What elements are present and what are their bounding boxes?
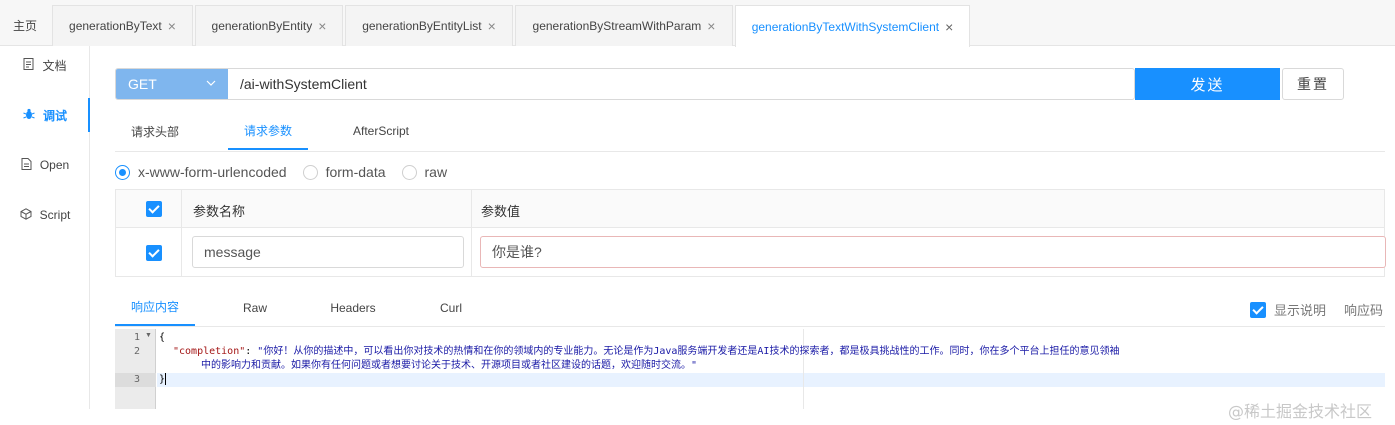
tab-request-params[interactable]: 请求参数 (228, 112, 308, 150)
json-separator: : (245, 346, 258, 357)
tab-label: generationByEntityList (362, 19, 482, 33)
line-number: 2 (133, 346, 140, 357)
url-input[interactable] (228, 69, 1134, 99)
close-icon[interactable]: × (318, 19, 326, 33)
json-brace: { (159, 332, 166, 343)
line-number: 3 (115, 373, 156, 387)
show-description-label: 显示说明 (1274, 303, 1327, 318)
radio-x-www-form-urlencoded[interactable]: x-www-form-urlencoded (115, 164, 287, 180)
code-line-1: { (159, 331, 165, 345)
radio-dot (115, 164, 130, 180)
column-divider (181, 190, 182, 276)
reset-button[interactable]: 重置 (1282, 68, 1344, 100)
json-key: "completion" (173, 346, 246, 357)
code-line-2: "completion": "你好！从你的描述中，可以看出你对技术的热情和在你的… (173, 345, 1119, 359)
response-code-label: 响应码 (1344, 303, 1384, 318)
tab-generation-by-entity[interactable]: generationByEntity × (195, 5, 343, 46)
body-type-radios: x-www-form-urlencoded form-data raw (115, 160, 463, 184)
sidebar-item-debug[interactable]: 调试 (0, 97, 90, 133)
sidebar-item-label: 调试 (42, 108, 67, 123)
sidebar: 文档 调试 Open Script (0, 46, 90, 409)
watermark: @稀土掘金技术社区 (1228, 402, 1373, 421)
radio-label: form-data (325, 164, 386, 180)
tab-raw[interactable]: Raw (215, 289, 295, 326)
tab-after-script[interactable]: AfterScript (341, 112, 421, 150)
sidebar-item-label: 文档 (42, 58, 67, 73)
radio-label: raw (424, 164, 448, 180)
sidebar-active-indicator (88, 98, 90, 132)
tab-response-content[interactable]: 响应内容 (115, 289, 195, 326)
tab-label: generationByEntity (211, 19, 313, 33)
active-line-highlight (157, 373, 1385, 387)
tab-generation-by-entity-list[interactable]: generationByEntityList × (345, 5, 513, 46)
show-description-toggle[interactable]: 显示说明 (1250, 300, 1326, 319)
tab-generation-by-stream-with-param[interactable]: generationByStreamWithParam × (515, 5, 733, 46)
tab-label: generationByStreamWithParam (532, 19, 702, 33)
param-name-input[interactable] (192, 236, 464, 268)
tab-label: generationByTextWithSystemClient (751, 19, 940, 34)
response-editor[interactable]: 1 ▼ 2 3 { "completion": "你好！从你的描述中，可以看出你… (115, 329, 1385, 409)
tab-generation-by-text-with-system-client[interactable]: generationByTextWithSystemClient × (735, 5, 970, 47)
column-divider (471, 190, 472, 276)
radio-raw[interactable]: raw (401, 164, 448, 180)
line-number-gutter: 1 ▼ 2 3 (115, 329, 156, 409)
param-value-input[interactable] (480, 236, 1386, 268)
sidebar-item-label: Open (39, 158, 70, 172)
close-icon[interactable]: × (488, 19, 496, 33)
tab-request-headers[interactable]: 请求头部 (115, 112, 195, 150)
send-button[interactable]: 发送 (1135, 68, 1280, 100)
params-table-header (116, 190, 1384, 228)
radio-form-data[interactable]: form-data (302, 164, 386, 180)
close-icon[interactable]: × (707, 19, 715, 33)
tab-bar: 主页 generationByText × generationByEntity… (0, 0, 1395, 47)
show-description-checkbox[interactable] (1250, 301, 1266, 318)
select-all-checkbox[interactable] (146, 201, 162, 217)
sidebar-item-open[interactable]: Open (0, 147, 90, 183)
chevron-down-icon (206, 77, 216, 92)
json-string: 中的影响力和贡献。如果你有任何问题或者想要讨论关于技术、开源项目或者社区建设的话… (201, 360, 698, 371)
tab-home[interactable]: 主页 (0, 5, 50, 46)
radio-dot (401, 164, 417, 180)
print-margin (803, 329, 804, 409)
json-string: "你好！从你的描述中，可以看出你对技术的热情和在你的领域内的专业能力。无论是作为… (257, 346, 1120, 357)
cube-icon (20, 207, 32, 223)
row-checkbox[interactable] (146, 245, 162, 261)
bug-icon (23, 108, 35, 123)
code-line-2-wrap: 中的影响力和贡献。如果你有任何问题或者想要讨论关于技术、开源项目或者社区建设的话… (201, 359, 697, 373)
close-icon[interactable]: × (168, 19, 176, 33)
sidebar-item-docs[interactable]: 文档 (0, 47, 90, 83)
tab-label: generationByText (69, 19, 162, 33)
fold-arrow-icon[interactable]: ▼ (145, 332, 152, 339)
file-icon (21, 157, 32, 173)
method-label: GET (128, 76, 157, 92)
close-icon[interactable]: × (945, 20, 953, 34)
request-tabs: 请求头部 请求参数 AfterScript (115, 112, 1385, 152)
param-value-header: 参数值 (481, 204, 521, 219)
url-bar: GET (115, 68, 1135, 100)
method-select[interactable]: GET (116, 69, 228, 99)
tab-curl[interactable]: Curl (411, 289, 491, 326)
sidebar-item-label: Script (39, 208, 71, 222)
code-line-3: } (159, 373, 167, 387)
sidebar-item-script[interactable]: Script (0, 197, 90, 233)
radio-dot (302, 164, 318, 180)
tab-generation-by-text[interactable]: generationByText × (52, 5, 193, 46)
params-table: 参数名称 参数值 (115, 189, 1386, 277)
param-name-header: 参数名称 (193, 204, 246, 219)
text-cursor (165, 373, 167, 385)
response-tabs: 响应内容 Raw Headers Curl (115, 289, 1385, 327)
document-icon (23, 57, 34, 73)
radio-label: x-www-form-urlencoded (138, 164, 287, 180)
tab-headers[interactable]: Headers (313, 289, 393, 326)
tab-label: 主页 (12, 19, 37, 33)
